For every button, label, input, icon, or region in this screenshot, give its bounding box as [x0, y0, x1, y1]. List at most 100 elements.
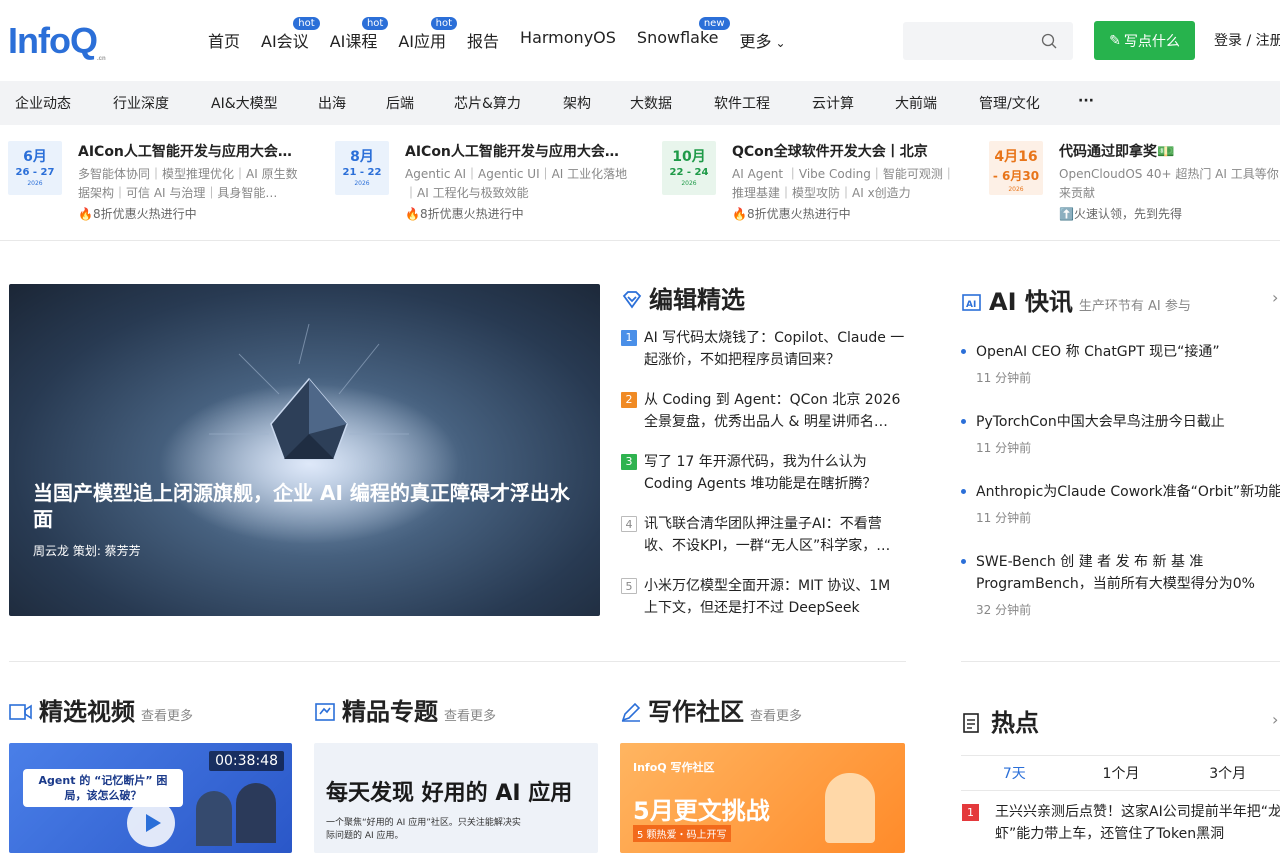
pick-title[interactable]: 小米万亿模型全面开源：MIT 协议、1M 上下文，但还是打不过 DeepSeek [644, 575, 906, 619]
main-nav: 首页 AI会议 hot AI课程 hot AI应用 hot 报告 HarmonyOS … [208, 17, 807, 52]
topic-icon [315, 703, 335, 721]
pick-rank: 4 [621, 516, 637, 532]
pencil-icon: ✎ [1109, 32, 1121, 49]
pick-item[interactable]: 1 AI 写代码太烧钱了：Copilot、Claude 一起涨价，不如把程序员请回… [621, 327, 906, 389]
hot-badge: hot [361, 17, 389, 30]
event-card[interactable]: 4月16- 6月30 2026 代码通过即拿奖💵 OpenCloudOS 40+ … [989, 141, 1280, 231]
writing-card-sub: 5 颗热爱・码上开写 [633, 825, 731, 842]
topic-card-title: 每天发现 好用的 AI 应用 [326, 781, 573, 806]
videos-more-link[interactable]: 查看更多 [141, 709, 193, 724]
pick-title[interactable]: AI 写代码太烧钱了：Copilot、Claude 一起涨价，不如把程序员请回来… [644, 327, 906, 371]
event-promo: 🔥8折优惠火热进行中 [405, 207, 524, 221]
tab-1-month[interactable]: 1个月 [1068, 756, 1175, 790]
bullet-icon [961, 349, 966, 354]
event-promo: ⬆️火速认领，先到先得 [1059, 207, 1182, 221]
nav-item-ai-apps[interactable]: AI应用 hot [398, 17, 458, 52]
hot-title[interactable]: 王兴兴亲测后点赞！这家AI公司提前半年把“龙虾”能力带上车，还管住了Token黑… [995, 801, 1280, 845]
pick-title[interactable]: 讯飞联合清华团队押注量子AI：不看营收、不设KPI，一群“无人区”科学家，… [644, 513, 906, 557]
event-title[interactable]: AICon人工智能开发与应用大会… [78, 141, 306, 161]
news-time: 11 分钟前 [976, 371, 1032, 385]
news-item[interactable]: Anthropic为Claude Cowork准备“Orbit”新功能 11 分钟… [961, 481, 1280, 551]
hot-rank: 1 [962, 804, 979, 821]
search-input[interactable] [903, 22, 1033, 60]
writing-heading: 写作社区 查看更多 [620, 692, 802, 727]
chevron-right-icon[interactable]: › [1272, 710, 1278, 729]
nav-item-more[interactable]: 更多 ⌄ [740, 28, 786, 52]
nav-item-reports[interactable]: 报告 [467, 28, 499, 52]
writing-more-link[interactable]: 查看更多 [750, 709, 802, 724]
diamond-icon [622, 291, 642, 309]
event-card[interactable]: 10月 22 - 24 2026 QCon全球软件开发大会丨北京 AI Agent … [662, 141, 982, 231]
document-icon [963, 713, 979, 733]
pick-item[interactable]: 4 讯飞联合清华团队押注量子AI：不看营收、不设KPI，一群“无人区”科学家，… [621, 513, 906, 575]
pick-title[interactable]: 写了 17 年开源代码，我为什么认为 Coding Agents 堆功能是在瞎折… [644, 451, 906, 495]
category-item[interactable]: 行业深度 [113, 93, 169, 113]
news-item[interactable]: PyTorchCon中国大会早鸟注册今日截止 11 分钟前 [961, 411, 1280, 481]
event-card[interactable]: 6月 26 - 27 2026 AICon人工智能开发与应用大会… 多智能体协同｜模… [8, 141, 328, 231]
news-item[interactable]: SWE-Bench 创 建 者 发 布 新 基 准 ProgramBench，当… [961, 551, 1280, 631]
ai-news-heading: AI AI 快讯 生产环节有 AI 参与 [961, 282, 1191, 317]
tab-7-days[interactable]: 7天 [961, 756, 1068, 790]
speaker-photo [196, 791, 232, 846]
tab-3-months[interactable]: 3个月 [1174, 756, 1280, 790]
writing-card[interactable]: InfoQ 写作社区 5月更文挑战 5 颗热爱・码上开写 [620, 743, 905, 853]
hot-badge: hot [293, 17, 320, 30]
event-title[interactable]: AICon人工智能开发与应用大会… [405, 141, 633, 161]
hot-tabs: 7天 1个月 3个月 [961, 755, 1280, 791]
category-item[interactable]: AI&大模型 [211, 93, 278, 113]
news-title[interactable]: SWE-Bench 创 建 者 发 布 新 基 准 ProgramBench，当… [976, 551, 1280, 595]
pick-item[interactable]: 2 从 Coding 到 Agent：QCon 北京 2026 全景复盘，优秀出品… [621, 389, 906, 451]
top-header: InfoQ.cn 首页 AI会议 hot AI课程 hot AI应用 hot 报告 H… [0, 0, 1280, 80]
hot-badge: hot [430, 17, 458, 30]
hero-banner[interactable]: 当国产模型追上闭源旗舰，企业 AI 编程的真正障碍才浮出水面 周云龙 策划: 蔡… [9, 284, 600, 616]
login-link[interactable]: 登录 / 注册 [1214, 30, 1280, 50]
search-icon[interactable] [1041, 33, 1057, 49]
event-title[interactable]: QCon全球软件开发大会丨北京 [732, 141, 960, 161]
chevron-right-icon[interactable]: › [1272, 288, 1278, 307]
search-box[interactable] [903, 22, 1073, 60]
category-item[interactable]: 企业动态 [15, 93, 71, 113]
infoq-logo[interactable]: InfoQ.cn [8, 20, 106, 62]
category-item[interactable]: 架构 [563, 93, 591, 113]
pick-item[interactable]: 3 写了 17 年开源代码，我为什么认为 Coding Agents 堆功能是在瞎… [621, 451, 906, 513]
video-card[interactable]: Agent 的 “记忆断片” 困局，该怎么破？ 00:38:48 [9, 743, 292, 853]
pick-title[interactable]: 从 Coding 到 Agent：QCon 北京 2026 全景复盘，优秀出品人… [644, 389, 906, 433]
category-item[interactable]: 出海 [318, 93, 346, 113]
category-item[interactable]: 后端 [386, 93, 414, 113]
event-promo: 🔥8折优惠火热进行中 [78, 207, 197, 221]
nav-item-snowflake[interactable]: Snowflake new [637, 17, 730, 52]
topics-more-link[interactable]: 查看更多 [444, 709, 496, 724]
bullet-icon [961, 419, 966, 424]
category-item[interactable]: 软件工程 [714, 93, 770, 113]
ai-news-icon: AI [962, 294, 981, 311]
nav-item-ai-conference[interactable]: AI会议 hot [261, 17, 320, 52]
category-item[interactable]: 管理/文化 [979, 93, 1040, 113]
category-item[interactable]: 大数据 [630, 93, 672, 113]
more-categories-icon[interactable]: ··· [1078, 93, 1094, 109]
hero-image [159, 323, 459, 544]
news-item[interactable]: OpenAI CEO 称 ChatGPT 现已“接通” 11 分钟前 [961, 341, 1280, 411]
news-title[interactable]: PyTorchCon中国大会早鸟注册今日截止 [976, 411, 1280, 433]
nav-item-harmonyos[interactable]: HarmonyOS [520, 28, 616, 52]
event-desc: Agentic AI｜Agentic UI｜AI 工业化落地｜AI 工程化与极致… [405, 167, 628, 200]
topic-card[interactable]: 每天发现 好用的 AI 应用 一个聚焦“好用的 AI 应用”社区。只关注能解决实… [314, 743, 598, 853]
news-title[interactable]: OpenAI CEO 称 ChatGPT 现已“接通” [976, 341, 1280, 363]
category-item[interactable]: 芯片&算力 [454, 93, 521, 113]
event-title[interactable]: 代码通过即拿奖💵 [1059, 141, 1280, 161]
event-card[interactable]: 8月 21 - 22 2026 AICon人工智能开发与应用大会… Agentic … [335, 141, 655, 231]
svg-text:AI: AI [966, 300, 976, 310]
category-item[interactable]: 云计算 [812, 93, 854, 113]
play-icon[interactable] [127, 799, 175, 847]
pick-item[interactable]: 5 小米万亿模型全面开源：MIT 协议、1M 上下文，但还是打不过 DeepSee… [621, 575, 906, 637]
nav-item-home[interactable]: 首页 [208, 28, 240, 52]
writing-card-title: 5月更文挑战 [633, 797, 770, 825]
news-time: 11 分钟前 [976, 511, 1032, 525]
category-item[interactable]: 大前端 [895, 93, 937, 113]
video-icon [9, 704, 32, 720]
news-title[interactable]: Anthropic为Claude Cowork准备“Orbit”新功能 [976, 481, 1280, 503]
pick-rank: 5 [621, 578, 637, 594]
nav-item-ai-course[interactable]: AI课程 hot [330, 17, 389, 52]
write-button[interactable]: ✎ 写点什么 [1094, 21, 1195, 60]
hero-title[interactable]: 当国产模型追上闭源旗舰，企业 AI 编程的真正障碍才浮出水面 [33, 480, 573, 532]
videos-heading: 精选视频 查看更多 [9, 692, 193, 727]
